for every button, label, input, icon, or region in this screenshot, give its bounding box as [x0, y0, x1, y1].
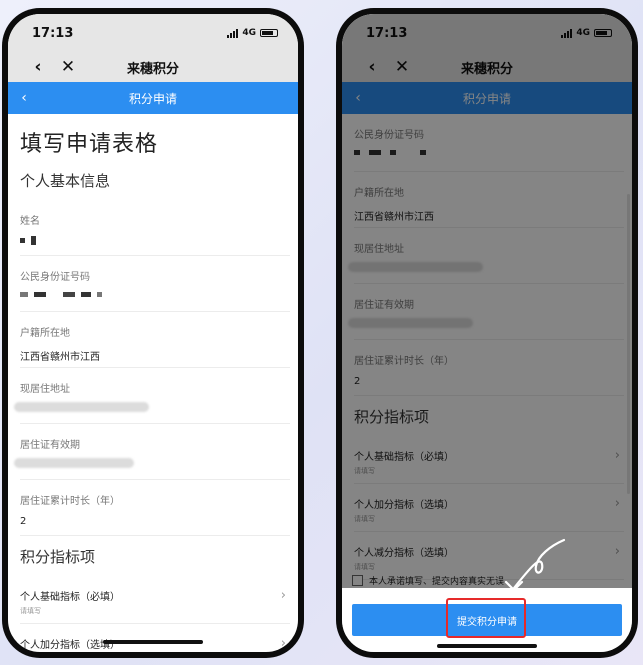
index-item-bonus[interactable]: 个人加分指标（选填） 请填写 › [20, 624, 290, 652]
chevron-right-icon: › [280, 636, 286, 651]
field-label: 现居住地址 [354, 244, 404, 255]
blurred-value [348, 318, 473, 328]
index-item-deduct[interactable]: 个人减分指标（选填） 请填写 › [354, 532, 624, 580]
battery-icon [594, 29, 612, 37]
chevron-right-icon: › [280, 588, 286, 603]
masked-value [20, 236, 36, 245]
field-value: 2 [20, 516, 27, 527]
page-title: 积分申请 [128, 91, 177, 106]
field-label: 居住证有效期 [20, 440, 80, 451]
field-name[interactable]: 姓名 [20, 200, 290, 256]
field-value: 2 [354, 376, 361, 387]
battery-icon [260, 29, 278, 37]
form-title: 填写申请表格 [20, 132, 159, 157]
field-permit-validity[interactable]: 居住证有效期 [348, 284, 624, 340]
signal-icon [561, 28, 573, 38]
nav-title: 来穗积分 [460, 61, 513, 77]
network-label: 4G [242, 28, 256, 38]
field-label: 姓名 [20, 216, 40, 227]
pledge-row[interactable]: 本人承诺填写、提交内容真实无误 [352, 574, 504, 587]
page-title: 积分申请 [462, 91, 511, 106]
field-id-number[interactable]: 公民身份证号码 [354, 114, 624, 172]
status-bar: 17:13 4G [342, 14, 632, 52]
nav-bar: ‹ ✕ 来穗积分 [8, 52, 298, 82]
field-label: 居住证累计时长（年） [20, 496, 120, 507]
phone-right: 17:13 4G ‹ ✕ 来穗积分 ‹ 积分申请 公民身份证号码 户籍所在地 江… [336, 8, 638, 658]
masked-value [354, 150, 426, 155]
close-icon[interactable]: ✕ [56, 57, 80, 77]
close-icon[interactable]: ✕ [390, 57, 414, 77]
field-label: 现居住地址 [20, 384, 70, 395]
field-household[interactable]: 户籍所在地 江西省赣州市江西 [20, 312, 290, 368]
field-address[interactable]: 现居住地址 [14, 368, 290, 424]
field-value: 江西省赣州市江西 [354, 212, 434, 223]
scrollbar[interactable] [627, 194, 630, 494]
field-household[interactable]: 户籍所在地 江西省赣州市江西 [354, 172, 624, 228]
index-placeholder: 请填写 [354, 563, 375, 571]
field-label: 户籍所在地 [354, 188, 404, 199]
field-id-number[interactable]: 公民身份证号码 [20, 256, 290, 312]
page-header: ‹ 积分申请 [342, 82, 632, 114]
blurred-value [348, 262, 483, 272]
field-permit-validity[interactable]: 居住证有效期 [14, 424, 290, 480]
field-label: 公民身份证号码 [20, 272, 90, 283]
page-header: ‹ 积分申请 [8, 82, 298, 114]
section-index: 积分指标项 [354, 408, 430, 426]
chevron-right-icon: › [614, 496, 620, 511]
status-bar: 17:13 4G [8, 14, 298, 52]
field-label: 公民身份证号码 [354, 130, 424, 141]
index-label: 个人加分指标（选填） [354, 500, 454, 511]
chevron-right-icon: › [614, 448, 620, 463]
index-item-basic[interactable]: 个人基础指标（必填） 请填写 › [20, 576, 290, 624]
field-label: 户籍所在地 [20, 328, 70, 339]
submit-area: 提交积分申请 [342, 588, 632, 652]
index-label: 个人基础指标（必填） [20, 592, 120, 603]
masked-value [20, 292, 102, 297]
index-item-basic[interactable]: 个人基础指标（必填） 请填写 › [354, 436, 624, 484]
header-back-icon[interactable]: ‹ [346, 90, 370, 106]
nav-title: 来穗积分 [126, 61, 179, 77]
section-index: 积分指标项 [20, 548, 96, 566]
highlight-box [446, 598, 526, 638]
phone-screen: 17:13 4G ‹ ✕ 来穗积分 ‹ 积分申请 公民身份证号码 户籍所在地 江… [342, 14, 632, 652]
pledge-text: 本人承诺填写、提交内容真实无误 [369, 577, 505, 587]
network-label: 4G [576, 28, 590, 38]
section-basic-info: 个人基本信息 [20, 172, 111, 190]
blurred-value [14, 458, 134, 468]
home-indicator[interactable] [103, 640, 203, 644]
back-icon[interactable]: ‹ [360, 57, 384, 77]
home-indicator[interactable] [437, 644, 537, 648]
blurred-value [14, 402, 149, 412]
field-permit-years[interactable]: 居住证累计时长（年） 2 [354, 340, 624, 396]
nav-bar: ‹ ✕ 来穗积分 [342, 52, 632, 82]
form-content: 填写申请表格 个人基本信息 姓名 公民身份证号码 户籍所在地 江西省赣州市江西 … [8, 114, 298, 652]
field-label: 居住证有效期 [354, 300, 414, 311]
field-label: 居住证累计时长（年） [354, 356, 454, 367]
chevron-right-icon: › [614, 544, 620, 559]
signal-icon [227, 28, 239, 38]
index-label: 个人基础指标（必填） [354, 452, 454, 463]
form-content: 公民身份证号码 户籍所在地 江西省赣州市江西 现居住地址 居住证有效期 居住证累… [342, 114, 632, 652]
field-permit-years[interactable]: 居住证累计时长（年） 2 [20, 480, 290, 536]
index-item-bonus[interactable]: 个人加分指标（选填） 请填写 › [354, 484, 624, 532]
phone-screen: 17:13 4G ‹ ✕ 来穗积分 ‹ 积分申请 填写申请表格 个人基本信息 姓… [8, 14, 298, 652]
pledge-checkbox[interactable] [352, 575, 363, 586]
index-label: 个人减分指标（选填） [354, 548, 454, 559]
field-value: 江西省赣州市江西 [20, 352, 100, 363]
phone-left: 17:13 4G ‹ ✕ 来穗积分 ‹ 积分申请 填写申请表格 个人基本信息 姓… [2, 8, 304, 658]
status-time: 17:13 [366, 25, 408, 41]
field-address[interactable]: 现居住地址 [348, 228, 624, 284]
index-placeholder: 请填写 [354, 515, 375, 523]
index-placeholder: 请填写 [354, 467, 375, 475]
back-icon[interactable]: ‹ [26, 57, 50, 77]
header-back-icon[interactable]: ‹ [12, 90, 36, 106]
status-time: 17:13 [32, 25, 74, 41]
index-placeholder: 请填写 [20, 607, 41, 615]
